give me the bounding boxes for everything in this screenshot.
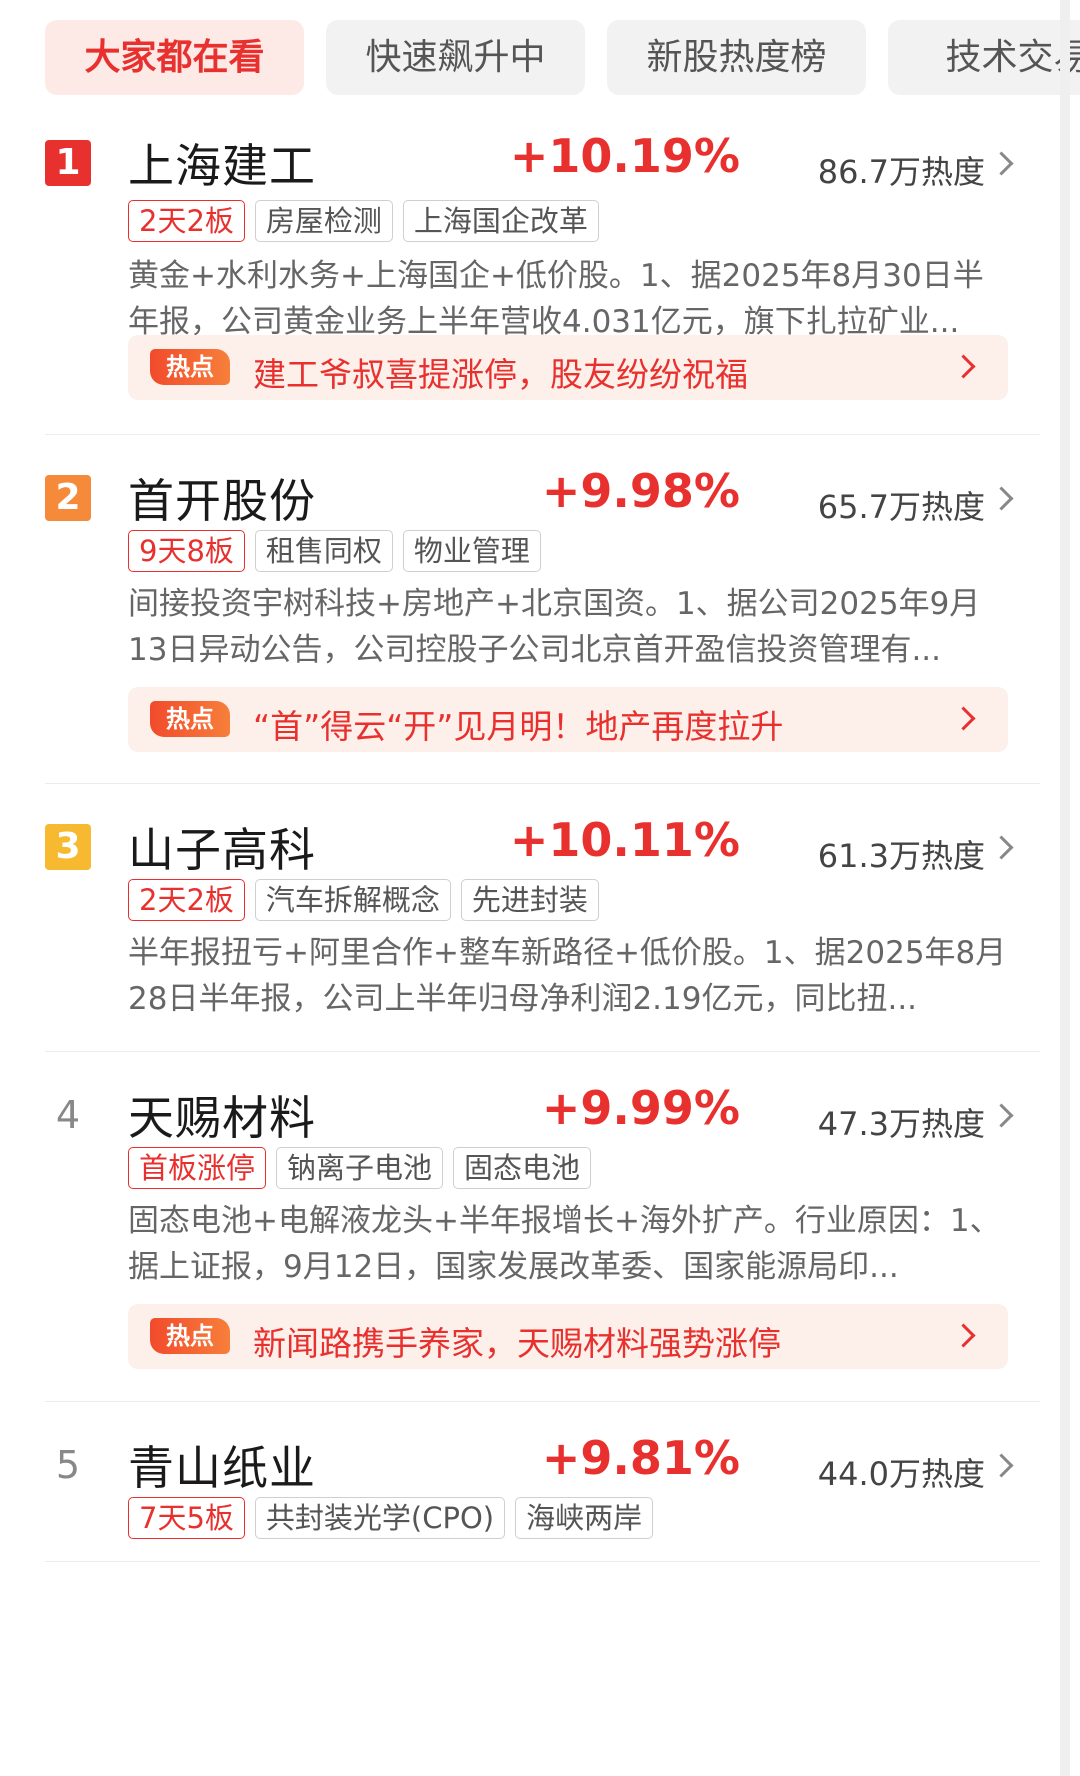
hot-badge: 热点 xyxy=(150,701,230,737)
rank-number: 5 xyxy=(55,1443,81,1487)
concept-tag[interactable]: 共封装光学(CPO) xyxy=(254,1497,506,1539)
rank-badge: 2 xyxy=(45,475,91,521)
hot-stock-list: 1 上海建工 +10.19% 86.7万热度 2天2板 房屋检测 上海国企改革 黄金… xyxy=(45,115,1040,1562)
hot-badge: 热点 xyxy=(150,1318,230,1354)
hot-news-text: 建工爷叔喜提涨停，股友纷纷祝福 xyxy=(253,355,748,394)
tab-rapid-rise[interactable]: 快速飙升中 xyxy=(326,20,585,95)
concept-tag[interactable]: 固态电池 xyxy=(453,1147,592,1189)
scrollbar[interactable] xyxy=(1060,0,1070,1776)
hot-news-text: 新闻路携手养家，天赐材料强势涨停 xyxy=(253,1324,781,1363)
stock-name[interactable]: 山子高科 xyxy=(128,814,316,880)
tag-list: 9天8板 租售同权 物业管理 xyxy=(128,530,551,572)
chevron-right-icon xyxy=(951,354,976,379)
tab-new-stock-heat[interactable]: 新股热度榜 xyxy=(607,20,866,95)
rank-number: 4 xyxy=(55,1093,81,1137)
concept-tag[interactable]: 汽车拆解概念 xyxy=(254,879,451,921)
hot-news-banner[interactable]: 热点 建工爷叔喜提涨停，股友纷纷祝福 xyxy=(128,335,1008,400)
stock-name[interactable]: 首开股份 xyxy=(128,465,316,531)
price-change: +10.19% xyxy=(509,129,740,183)
tab-bar: 大家都在看 快速飙升中 新股热度榜 技术交易 xyxy=(45,20,1080,95)
stock-description: 固态电池+电解液龙头+半年报增长+海外扩产。行业原因：1、据上证报，9月12日，… xyxy=(128,1203,1001,1285)
concept-tag[interactable]: 物业管理 xyxy=(402,530,541,572)
concept-tag[interactable]: 先进封装 xyxy=(460,879,599,921)
stock-description: 间接投资宇树科技+房地产+北京国资。1、据公司2025年9月13日异动公告，公司… xyxy=(128,586,981,668)
hot-news-text: “首”得云“开”见月明！地产再度拉升 xyxy=(253,707,784,746)
stock-name[interactable]: 青山纸业 xyxy=(128,1432,316,1498)
chevron-right-icon xyxy=(951,1323,976,1348)
heat-value[interactable]: 47.3万热度 xyxy=(818,1099,985,1145)
stock-name[interactable]: 天赐材料 xyxy=(128,1082,316,1148)
tag-list: 首板涨停 钠离子电池 固态电池 xyxy=(128,1147,601,1189)
heat-value[interactable]: 61.3万热度 xyxy=(818,831,985,877)
list-item[interactable]: 3 山子高科 +10.11% 61.3万热度 2天2板 汽车拆解概念 先进封装 半年… xyxy=(45,784,1040,1052)
tab-everyone-watching[interactable]: 大家都在看 xyxy=(45,20,304,95)
tag-list: 2天2板 汽车拆解概念 先进封装 xyxy=(128,879,609,921)
tab-technical-trading[interactable]: 技术交易 xyxy=(888,20,1080,95)
tag-list: 7天5板 共封装光学(CPO) 海峡两岸 xyxy=(128,1497,663,1539)
concept-tag[interactable]: 海峡两岸 xyxy=(515,1497,654,1539)
stock-description: 黄金+水利水务+上海国企+低价股。1、据2025年8月30日半年报，公司黄金业务… xyxy=(128,258,984,340)
heat-value[interactable]: 44.0万热度 xyxy=(818,1449,985,1495)
heat-value[interactable]: 65.7万热度 xyxy=(818,482,985,528)
concept-tag[interactable]: 上海国企改革 xyxy=(402,200,599,242)
list-item[interactable]: 1 上海建工 +10.19% 86.7万热度 2天2板 房屋检测 上海国企改革 黄金… xyxy=(45,115,1040,435)
hot-badge: 热点 xyxy=(150,349,230,385)
rank-badge: 1 xyxy=(45,140,91,186)
stock-name[interactable]: 上海建工 xyxy=(128,130,316,196)
hot-news-banner[interactable]: 热点 新闻路携手养家，天赐材料强势涨停 xyxy=(128,1304,1008,1369)
chevron-right-icon[interactable] xyxy=(989,486,1014,511)
price-change: +9.98% xyxy=(541,464,740,518)
chevron-right-icon[interactable] xyxy=(989,1103,1014,1128)
concept-tag[interactable]: 租售同权 xyxy=(254,530,393,572)
chevron-right-icon xyxy=(951,706,976,731)
list-item[interactable]: 5 青山纸业 +9.81% 44.0万热度 7天5板 共封装光学(CPO) 海峡两岸 xyxy=(45,1402,1040,1562)
list-item[interactable]: 4 天赐材料 +9.99% 47.3万热度 首板涨停 钠离子电池 固态电池 固态电池… xyxy=(45,1052,1040,1402)
price-change: +9.81% xyxy=(541,1431,740,1485)
heat-value[interactable]: 86.7万热度 xyxy=(818,147,985,193)
board-tag: 9天8板 xyxy=(128,530,245,572)
price-change: +9.99% xyxy=(541,1081,740,1135)
chevron-right-icon[interactable] xyxy=(989,151,1014,176)
board-tag: 7天5板 xyxy=(128,1497,245,1539)
price-change: +10.11% xyxy=(509,813,740,867)
board-tag: 首板涨停 xyxy=(128,1147,267,1189)
list-item[interactable]: 2 首开股份 +9.98% 65.7万热度 9天8板 租售同权 物业管理 间接投资宇… xyxy=(45,435,1040,784)
concept-tag[interactable]: 房屋检测 xyxy=(254,200,393,242)
chevron-right-icon[interactable] xyxy=(989,1453,1014,1478)
tag-list: 2天2板 房屋检测 上海国企改革 xyxy=(128,200,609,242)
chevron-right-icon[interactable] xyxy=(989,835,1014,860)
hot-news-banner[interactable]: 热点 “首”得云“开”见月明！地产再度拉升 xyxy=(128,687,1008,752)
board-tag: 2天2板 xyxy=(128,200,245,242)
concept-tag[interactable]: 钠离子电池 xyxy=(276,1147,444,1189)
board-tag: 2天2板 xyxy=(128,879,245,921)
stock-description: 半年报扭亏+阿里合作+整车新路径+低价股。1、据2025年8月28日半年报，公司… xyxy=(128,935,1007,1017)
rank-badge: 3 xyxy=(45,824,91,870)
